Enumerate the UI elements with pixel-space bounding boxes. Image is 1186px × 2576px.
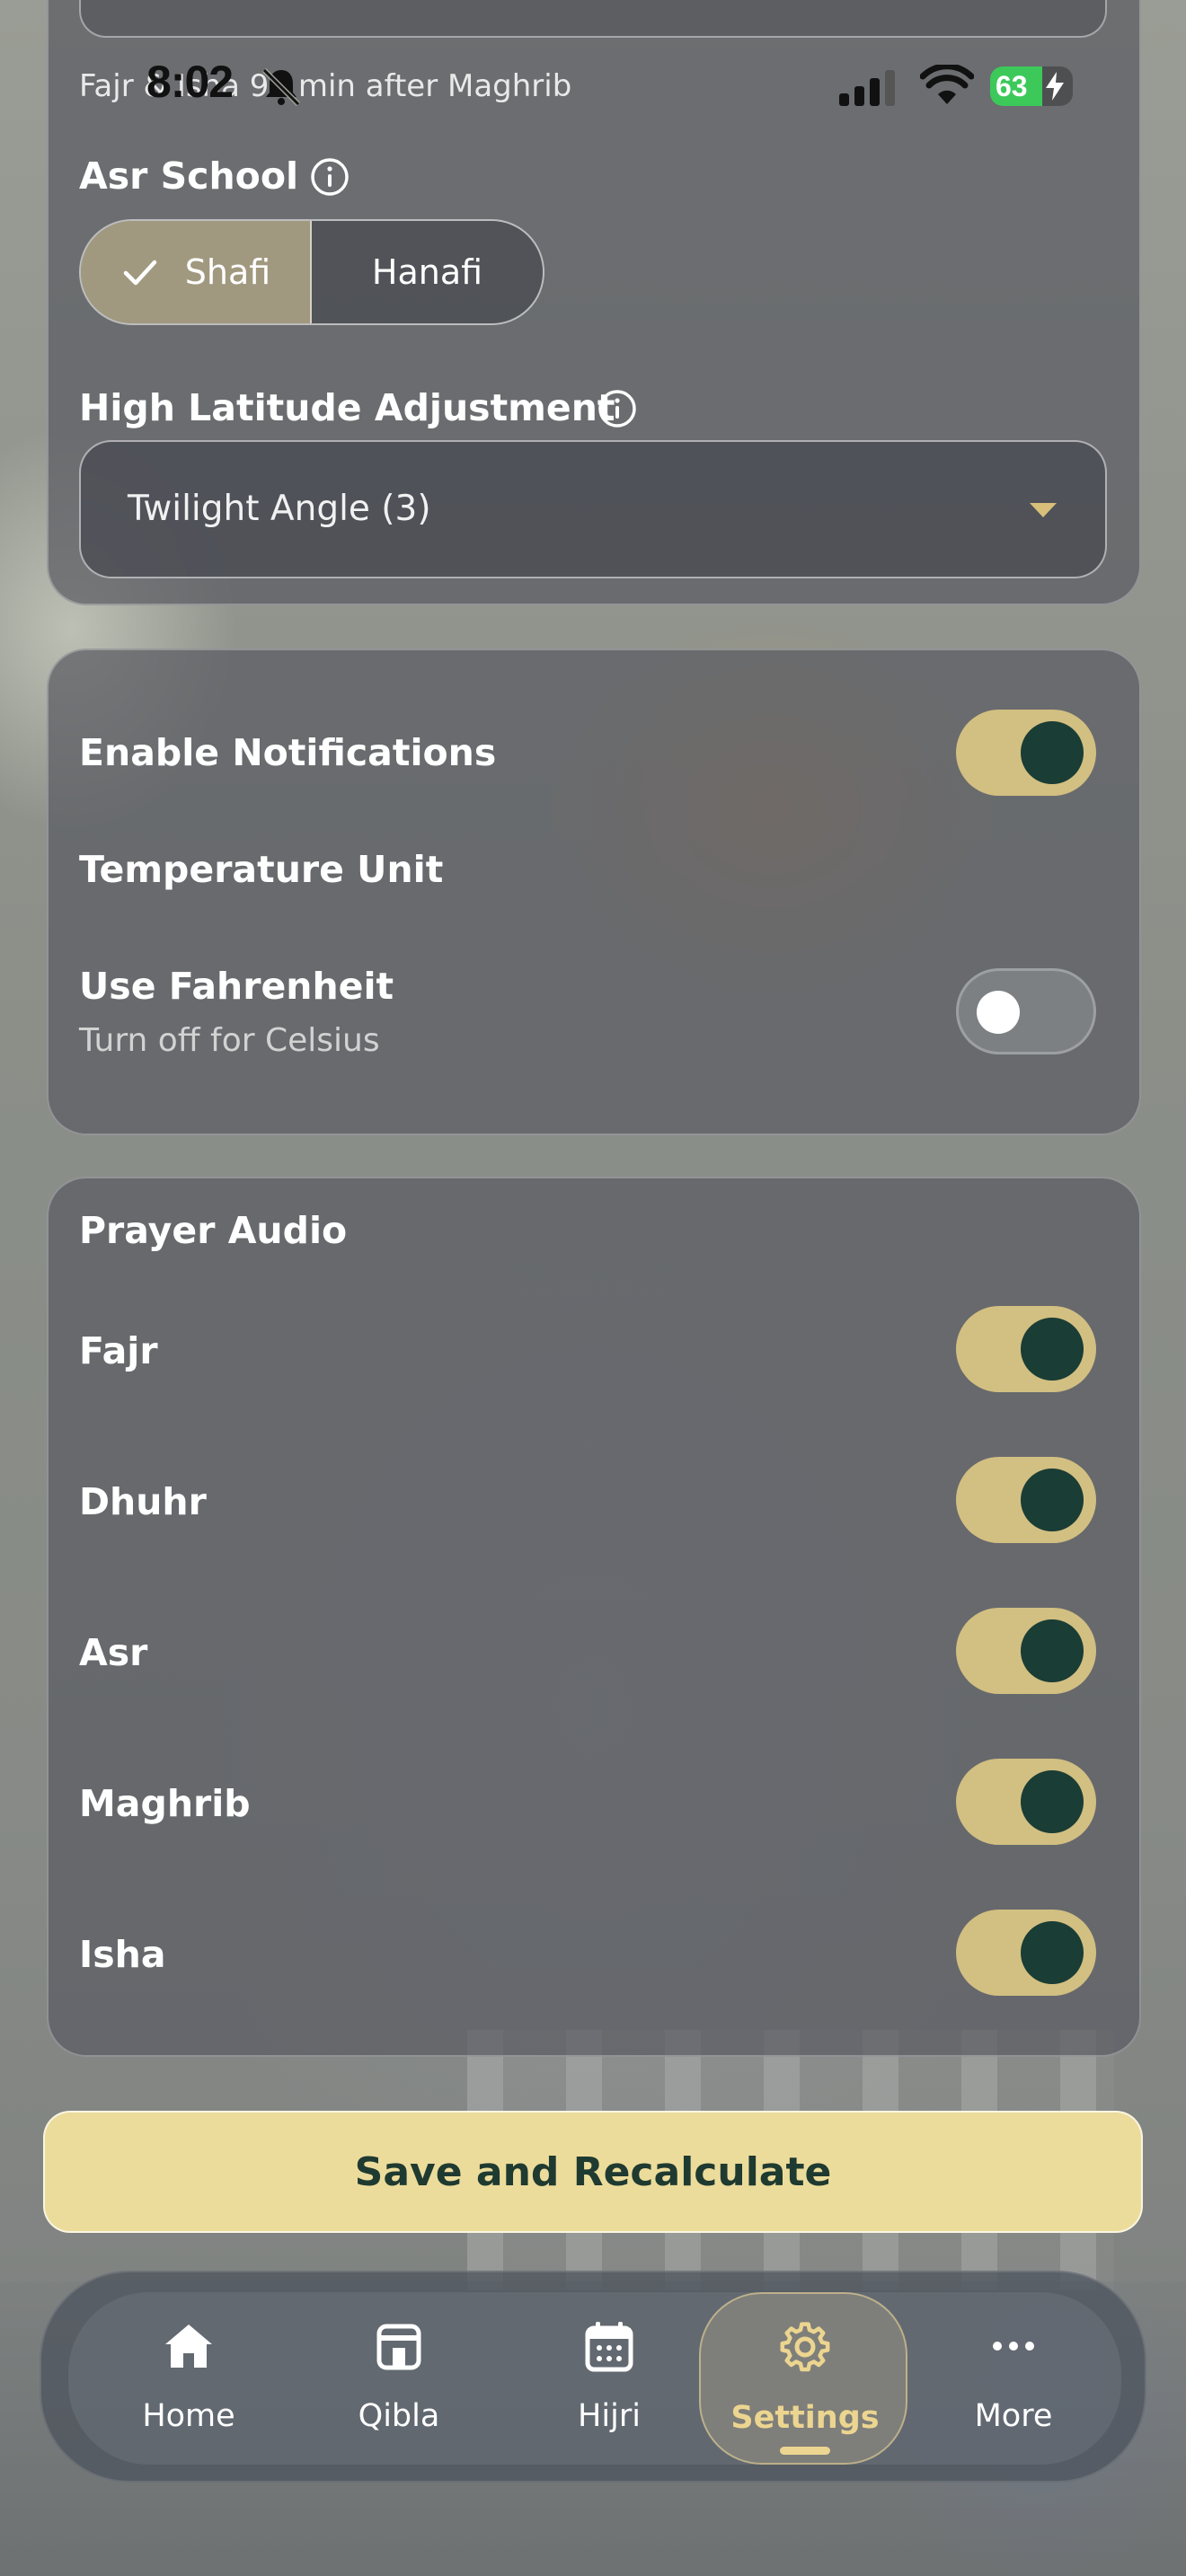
tab-home[interactable]: Home (84, 2292, 293, 2465)
toggle-knob (1021, 1318, 1084, 1381)
toggle-knob (1021, 1619, 1084, 1682)
calendar-icon (585, 2322, 633, 2372)
kaaba-icon (376, 2324, 421, 2370)
wifi-icon (920, 65, 974, 104)
dropdown-arrow-icon (1030, 503, 1057, 517)
save-and-recalculate-label: Save and Recalculate (354, 2148, 832, 2195)
toggle-knob (1021, 1469, 1084, 1531)
asr-option-shafi[interactable]: Shafi (81, 221, 312, 323)
toggle-knob (1021, 1921, 1084, 1984)
use-fahrenheit-toggle[interactable] (956, 968, 1096, 1054)
tab-qibla[interactable]: Qibla (295, 2292, 503, 2465)
enable-notifications-toggle[interactable] (956, 710, 1096, 796)
temperature-unit-heading: Temperature Unit (79, 848, 444, 891)
audio-toggle-fajr[interactable] (956, 1306, 1096, 1392)
asr-school-label: Asr School (79, 154, 299, 198)
tab-more-label: More (974, 2398, 1053, 2434)
audio-item-fajr-label: Fajr (79, 1329, 158, 1372)
audio-item-maghrib-label: Maghrib (79, 1782, 251, 1825)
checkmark-icon (123, 260, 157, 286)
status-time: 8:02 (146, 57, 234, 107)
tab-more[interactable]: More (909, 2292, 1118, 2465)
previous-field-bottom[interactable] (79, 0, 1107, 38)
tab-settings-label: Settings (730, 2400, 880, 2436)
bottom-tab-bar: Home Qibla Hijri Settings More (40, 2271, 1146, 2483)
home-icon (165, 2325, 212, 2368)
save-and-recalculate-button[interactable]: Save and Recalculate (43, 2111, 1143, 2233)
battery-level: 63 (996, 70, 1028, 102)
gear-icon (780, 2322, 830, 2372)
asr-school-segmented-control: Shafi Hanafi (79, 219, 544, 325)
high-latitude-value: Twilight Angle (3) (128, 489, 431, 529)
tab-hijri[interactable]: Hijri (505, 2292, 713, 2465)
audio-item-isha-label: Isha (79, 1933, 166, 1976)
audio-toggle-dhuhr[interactable] (956, 1457, 1096, 1543)
toggle-knob (1021, 1770, 1084, 1833)
bell-slash-icon (261, 67, 301, 107)
asr-school-info-icon[interactable] (309, 156, 350, 198)
high-latitude-info-icon[interactable] (597, 388, 638, 429)
toggle-knob (977, 991, 1020, 1034)
enable-notifications-label: Enable Notifications (79, 731, 497, 774)
audio-toggle-isha[interactable] (956, 1910, 1096, 1996)
use-fahrenheit-label: Use Fahrenheit (79, 965, 394, 1008)
asr-option-shafi-label: Shafi (184, 252, 271, 292)
tab-hijri-label: Hijri (578, 2398, 641, 2434)
high-latitude-dropdown[interactable]: Twilight Angle (3) (79, 440, 1107, 578)
use-fahrenheit-hint: Turn off for Celsius (79, 1022, 380, 1059)
audio-item-asr-label: Asr (79, 1631, 148, 1674)
asr-option-hanafi[interactable]: Hanafi (312, 221, 543, 323)
audio-toggle-maghrib[interactable] (956, 1759, 1096, 1845)
tab-qibla-label: Qibla (358, 2398, 440, 2434)
prayer-audio-title: Prayer Audio (79, 1209, 348, 1252)
asr-option-hanafi-label: Hanafi (371, 252, 483, 292)
audio-item-dhuhr-label: Dhuhr (79, 1480, 207, 1523)
tab-home-label: Home (142, 2398, 235, 2434)
charging-bolt-icon (1046, 72, 1064, 101)
cellular-signal-icon (839, 70, 895, 106)
audio-toggle-asr[interactable] (956, 1608, 1096, 1694)
ellipsis-icon (993, 2342, 1034, 2351)
tab-settings[interactable]: Settings (699, 2292, 907, 2465)
toggle-knob (1021, 721, 1084, 784)
active-tab-indicator (780, 2447, 830, 2455)
high-latitude-label: High Latitude Adjustment (79, 386, 615, 429)
